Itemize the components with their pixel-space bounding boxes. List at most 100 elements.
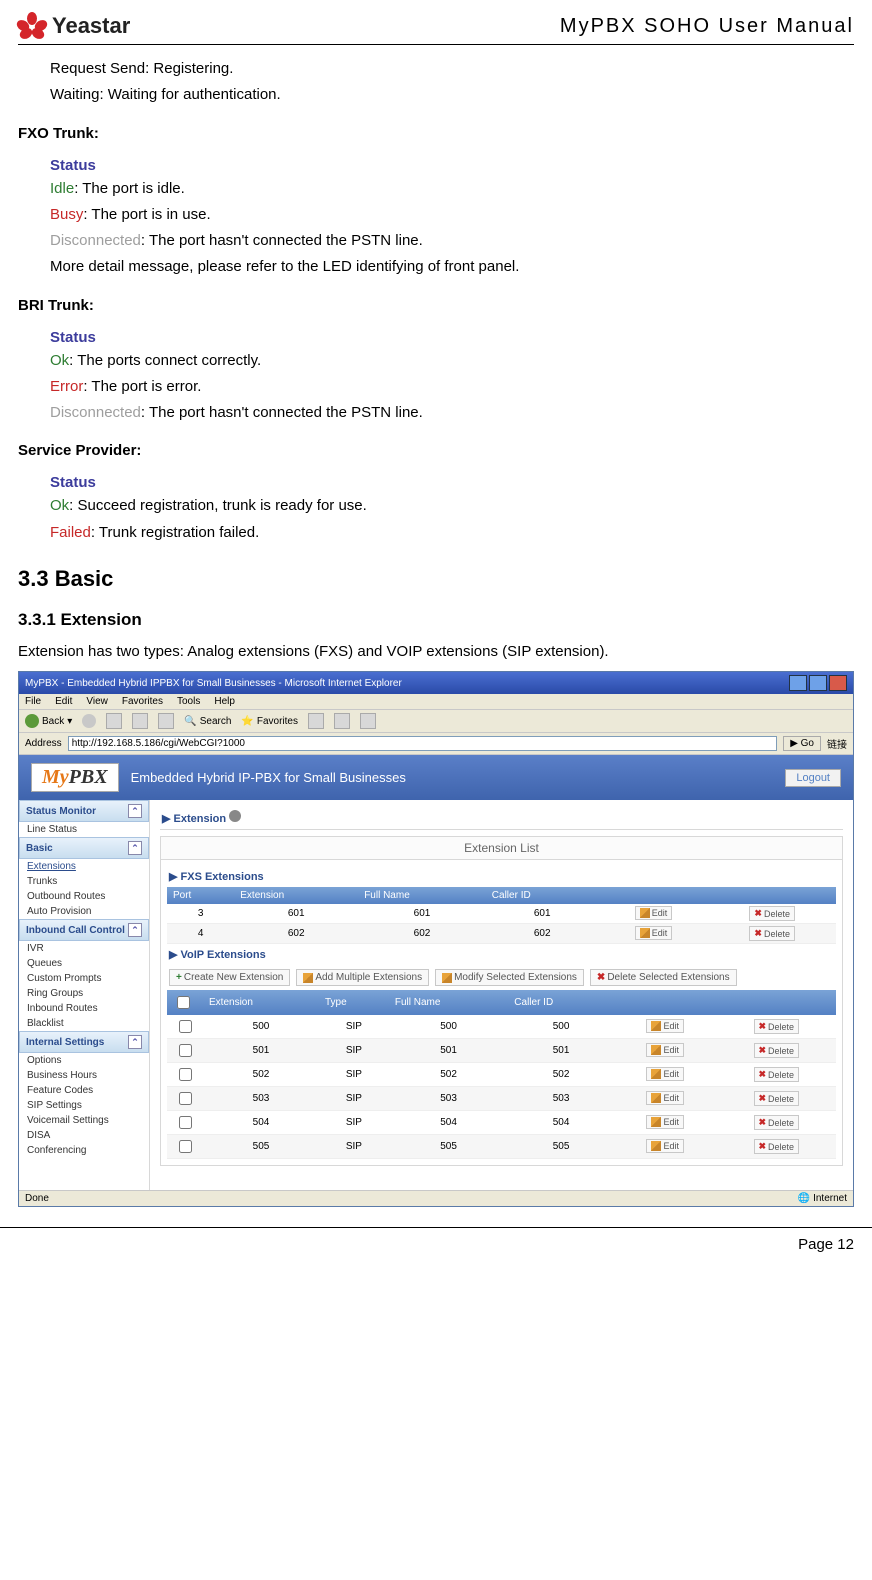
browser-toolbar: Back ▾ 🔍 Search ⭐ Favorites [19, 710, 853, 733]
delete-button[interactable]: ✖ Delete [754, 1139, 800, 1154]
row-checkbox[interactable] [179, 1044, 192, 1057]
row-checkbox[interactable] [179, 1116, 192, 1129]
chevron-up-icon[interactable]: ⌃ [128, 804, 142, 818]
stop-icon[interactable] [106, 713, 122, 729]
menu-view[interactable]: View [86, 696, 108, 707]
links-label[interactable]: 链接 [827, 736, 847, 751]
col-callerid: Caller ID [486, 887, 599, 904]
refresh-icon[interactable] [132, 713, 148, 729]
sidebar-item-extensions[interactable]: Extensions [19, 859, 149, 874]
edit-button[interactable]: Edit [635, 926, 673, 940]
delete-button[interactable]: ✖ Delete [754, 1043, 800, 1058]
edit-button[interactable]: Edit [646, 1139, 684, 1153]
close-button[interactable] [829, 675, 847, 691]
delete-button[interactable]: ✖ Delete [754, 1019, 800, 1034]
menu-help[interactable]: Help [214, 696, 235, 707]
favorites-button[interactable]: ⭐ Favorites [241, 716, 298, 727]
pencil-icon [651, 1069, 661, 1079]
edit-button[interactable]: Edit [646, 1067, 684, 1081]
address-bar: Address http://192.168.5.186/cgi/WebCGI?… [19, 733, 853, 755]
sidebar-item-line-status[interactable]: Line Status [19, 822, 149, 837]
home-icon[interactable] [158, 713, 174, 729]
back-button[interactable]: Back ▾ [25, 714, 72, 728]
edit-button[interactable]: Edit [646, 1115, 684, 1129]
sidebar-item-sip-settings[interactable]: SIP Settings [19, 1098, 149, 1113]
add-multiple-button[interactable]: Add Multiple Extensions [296, 969, 429, 986]
select-all-checkbox[interactable] [177, 996, 190, 1009]
col-type: Type [319, 990, 389, 1015]
brand-text: Yeastar [52, 13, 130, 39]
mail-icon[interactable] [334, 713, 350, 729]
forward-button[interactable] [82, 714, 96, 728]
sidebar-item-queues[interactable]: Queues [19, 956, 149, 971]
app-logo: MyPBX [31, 763, 119, 792]
sidebar-item-auto-provision[interactable]: Auto Provision [19, 904, 149, 919]
sidebar-item-outbound-routes[interactable]: Outbound Routes [19, 889, 149, 904]
window-titlebar: MyPBX - Embedded Hybrid IPPBX for Small … [19, 672, 853, 694]
chevron-up-icon[interactable]: ⌃ [128, 1035, 142, 1049]
sp-failed: Failed: Trunk registration failed. [18, 521, 854, 544]
delete-selected-button[interactable]: ✖ Delete Selected Extensions [590, 969, 737, 986]
table-row: 4602602602 Edit✖ Delete [167, 924, 836, 944]
print-icon[interactable] [360, 713, 376, 729]
table-row: 501SIP501501 Edit✖ Delete [167, 1039, 836, 1063]
row-checkbox[interactable] [179, 1068, 192, 1081]
sidebar-head-status[interactable]: Status Monitor⌃ [19, 800, 149, 822]
bri-status-label: Status [18, 329, 854, 346]
pencil-icon [442, 973, 452, 983]
edit-button[interactable]: Edit [635, 906, 673, 920]
voip-subhead: ▶ VoIP Extensions [167, 944, 836, 965]
menu-edit[interactable]: Edit [55, 696, 72, 707]
create-extension-button[interactable]: + Create New Extension [169, 969, 290, 986]
edit-button[interactable]: Edit [646, 1019, 684, 1033]
url-input[interactable]: http://192.168.5.186/cgi/WebCGI?1000 [68, 736, 778, 751]
maximize-button[interactable] [809, 675, 827, 691]
pencil-icon [651, 1021, 661, 1031]
fxo-disconnected: Disconnected: The port hasn't connected … [18, 229, 854, 252]
chevron-up-icon[interactable]: ⌃ [128, 841, 142, 855]
sidebar-item-conferencing[interactable]: Conferencing [19, 1143, 149, 1158]
bri-heading: BRI Trunk: [18, 297, 854, 314]
delete-button[interactable]: ✖ Delete [754, 1067, 800, 1082]
minimize-button[interactable] [789, 675, 807, 691]
sidebar-item-trunks[interactable]: Trunks [19, 874, 149, 889]
go-button[interactable]: ▶ Go [783, 736, 821, 751]
sidebar-head-basic[interactable]: Basic⌃ [19, 837, 149, 859]
row-checkbox[interactable] [179, 1140, 192, 1153]
browser-statusbar: Done 🌐 Internet [19, 1190, 853, 1206]
sidebar-item-options[interactable]: Options [19, 1053, 149, 1068]
voip-toolbar: + Create New Extension Add Multiple Exte… [167, 965, 836, 990]
search-button[interactable]: 🔍 Search [184, 716, 231, 727]
sidebar-item-business-hours[interactable]: Business Hours [19, 1068, 149, 1083]
sidebar-head-inbound[interactable]: Inbound Call Control⌃ [19, 919, 149, 941]
status-zone: 🌐 Internet [798, 1193, 847, 1204]
menu-tools[interactable]: Tools [177, 696, 200, 707]
sidebar-item-ring-groups[interactable]: Ring Groups [19, 986, 149, 1001]
sidebar-item-inbound-routes[interactable]: Inbound Routes [19, 1001, 149, 1016]
edit-button[interactable]: Edit [646, 1091, 684, 1105]
history-icon[interactable] [308, 713, 324, 729]
chevron-up-icon[interactable]: ⌃ [128, 923, 142, 937]
delete-button[interactable]: ✖ Delete [749, 926, 795, 941]
menu-favorites[interactable]: Favorites [122, 696, 163, 707]
delete-button[interactable]: ✖ Delete [749, 906, 795, 921]
delete-button[interactable]: ✖ Delete [754, 1091, 800, 1106]
col-fullname: Full Name [389, 990, 508, 1015]
modify-selected-button[interactable]: Modify Selected Extensions [435, 969, 584, 986]
sidebar-item-disa[interactable]: DISA [19, 1128, 149, 1143]
sidebar-item-feature-codes[interactable]: Feature Codes [19, 1083, 149, 1098]
row-checkbox[interactable] [179, 1020, 192, 1033]
bri-disconnected: Disconnected: The port hasn't connected … [18, 401, 854, 424]
delete-button[interactable]: ✖ Delete [754, 1115, 800, 1130]
pencil-icon [640, 908, 650, 918]
edit-button[interactable]: Edit [646, 1043, 684, 1057]
menu-file[interactable]: File [25, 696, 41, 707]
sidebar-item-custom-prompts[interactable]: Custom Prompts [19, 971, 149, 986]
sidebar-item-blacklist[interactable]: Blacklist [19, 1016, 149, 1031]
sidebar-item-voicemail-settings[interactable]: Voicemail Settings [19, 1113, 149, 1128]
logout-button[interactable]: Logout [785, 769, 841, 787]
col-checkbox[interactable] [167, 990, 203, 1015]
row-checkbox[interactable] [179, 1092, 192, 1105]
sidebar-item-ivr[interactable]: IVR [19, 941, 149, 956]
sidebar-head-internal[interactable]: Internal Settings⌃ [19, 1031, 149, 1053]
